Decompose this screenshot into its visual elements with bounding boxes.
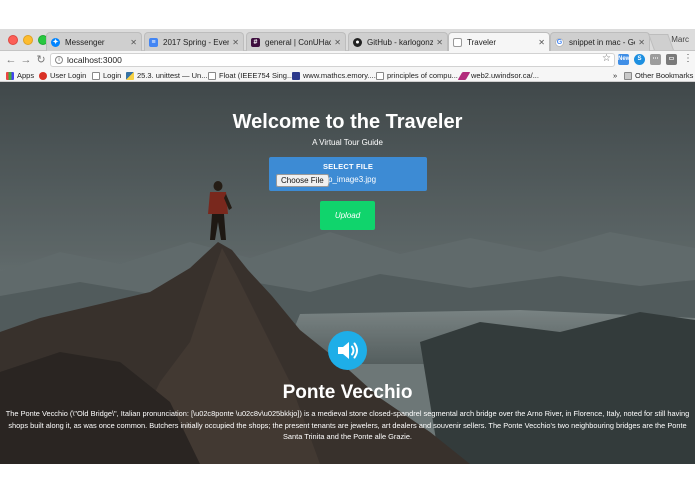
tab-label: snippet in mac - Googl	[569, 37, 635, 47]
apps-grid-icon	[6, 71, 14, 80]
page-subtitle: A Virtual Tour Guide	[312, 138, 383, 147]
python-icon	[126, 71, 134, 80]
page-title: Welcome to the Traveler	[232, 111, 463, 133]
landmark-description: The Ponte Vecchio (\"Old Bridge\", Itali…	[5, 409, 690, 441]
tab-label: general | ConUHacks II	[265, 37, 331, 47]
folder-icon	[624, 71, 632, 80]
google-icon: G	[555, 37, 564, 47]
github-icon: ●	[353, 37, 362, 47]
profile-name[interactable]: Marc	[671, 35, 689, 44]
tab-github[interactable]: ● GitHub - karlogonzales ✕	[348, 32, 448, 51]
bookmark-mathcs[interactable]: www.mathcs.emory....	[292, 70, 376, 81]
slack-icon: #	[251, 37, 260, 47]
bookmark-unittest[interactable]: 25.3. unittest — Un...	[126, 70, 207, 81]
browser-toolbar: ← → ↻ i localhost:3000 ☆ New S ⋯ ▭ ⋮	[0, 51, 695, 69]
bookmark-star-icon[interactable]: ☆	[602, 53, 611, 64]
messenger-icon: ✦	[51, 37, 60, 47]
play-audio-button[interactable]	[328, 331, 367, 370]
info-icon[interactable]: i	[55, 56, 63, 64]
bookmark-apps[interactable]: Apps	[6, 70, 34, 81]
close-tab-icon[interactable]: ✕	[638, 38, 645, 47]
selected-filename: p_image3.jpg	[328, 175, 377, 184]
bookmark-label: Other Bookmarks	[635, 71, 694, 80]
shield-icon	[292, 71, 300, 80]
file-select-panel: SELECT FILE Choose File p_image3.jpg	[269, 157, 427, 191]
page-icon	[376, 71, 384, 80]
bookmark-principles[interactable]: principles of compu...	[376, 70, 458, 81]
bookmark-label: web2.uwindsor.ca/...	[471, 71, 539, 80]
close-tab-icon[interactable]: ✕	[436, 38, 443, 47]
tab-messenger[interactable]: ✦ Messenger ✕	[46, 32, 142, 51]
address-text: localhost:3000	[67, 55, 122, 65]
bookmark-login[interactable]: Login	[92, 70, 121, 81]
browser-window: ✦ Messenger ✕ ≡ 2017 Spring - Everythi ✕…	[0, 29, 695, 464]
close-tab-icon[interactable]: ✕	[232, 38, 239, 47]
forward-arrow-icon[interactable]: →	[19, 53, 33, 67]
page-icon	[453, 38, 462, 47]
select-file-label: SELECT FILE	[322, 162, 374, 171]
upload-button[interactable]: Upload	[320, 201, 375, 230]
page-icon	[92, 71, 100, 80]
new-extension-icon[interactable]: New	[618, 54, 631, 65]
other-bookmarks-folder[interactable]: Other Bookmarks	[624, 70, 693, 81]
bookmark-label: Login	[103, 71, 122, 80]
bookmark-label: 25.3. unittest — Un...	[137, 71, 208, 80]
bookmark-float[interactable]: Float (IEEE754 Sing...	[208, 70, 293, 81]
bookmark-label: principles of compu...	[387, 71, 458, 80]
tab-spring-doc[interactable]: ≡ 2017 Spring - Everythi ✕	[144, 32, 244, 51]
page-icon	[208, 71, 216, 80]
tab-strip: ✦ Messenger ✕ ≡ 2017 Spring - Everythi ✕…	[0, 29, 695, 52]
more-bookmarks-button[interactable]: »	[613, 70, 617, 81]
bookmark-label: User Login	[50, 71, 87, 80]
skype-extension-icon[interactable]: S	[634, 54, 645, 65]
close-tab-icon[interactable]: ✕	[538, 38, 545, 47]
reload-icon[interactable]: ↻	[34, 53, 48, 67]
speaker-icon	[338, 342, 358, 359]
bookmarks-bar: Apps User Login Login 25.3. unittest — U…	[0, 69, 695, 82]
bookmark-label: www.mathcs.emory....	[303, 71, 376, 80]
google-docs-icon: ≡	[149, 37, 158, 47]
tab-label: GitHub - karlogonzales	[367, 37, 434, 47]
bookmark-user-login[interactable]: User Login	[39, 70, 86, 81]
traveler-page: Welcome to the Traveler A Virtual Tour G…	[0, 82, 695, 464]
more-bookmarks-label: »	[613, 71, 618, 80]
tab-traveler[interactable]: Traveler ✕	[448, 32, 550, 52]
feather-icon	[457, 71, 471, 80]
tab-slack[interactable]: # general | ConUHacks II ✕	[246, 32, 346, 51]
tab-google-search[interactable]: G snippet in mac - Googl ✕	[550, 32, 650, 51]
new-tab-button[interactable]	[648, 34, 674, 50]
extension-icon[interactable]: ⋯	[650, 54, 661, 65]
close-tab-icon[interactable]: ✕	[130, 38, 137, 47]
login-icon	[39, 71, 47, 80]
tab-label: Messenger	[65, 37, 105, 47]
back-arrow-icon[interactable]: ←	[4, 53, 18, 67]
cast-extension-icon[interactable]: ▭	[666, 54, 677, 65]
minimize-window-button[interactable]	[23, 35, 33, 45]
landmark-name: Ponte Vecchio	[282, 382, 413, 403]
extension-badge: New	[618, 56, 631, 62]
choose-file-button[interactable]: Choose File	[276, 174, 329, 187]
bookmark-uwindsor[interactable]: web2.uwindsor.ca/...	[457, 70, 539, 81]
close-tab-icon[interactable]: ✕	[334, 38, 341, 47]
bookmark-label: Float (IEEE754 Sing...	[219, 71, 294, 80]
tab-label: Traveler	[467, 38, 497, 47]
tab-label: 2017 Spring - Everythi	[163, 37, 230, 47]
address-bar[interactable]: i localhost:3000	[50, 53, 615, 67]
close-window-button[interactable]	[8, 35, 18, 45]
bookmark-label: Apps	[17, 71, 35, 80]
chrome-menu-icon[interactable]: ⋮	[683, 53, 693, 64]
